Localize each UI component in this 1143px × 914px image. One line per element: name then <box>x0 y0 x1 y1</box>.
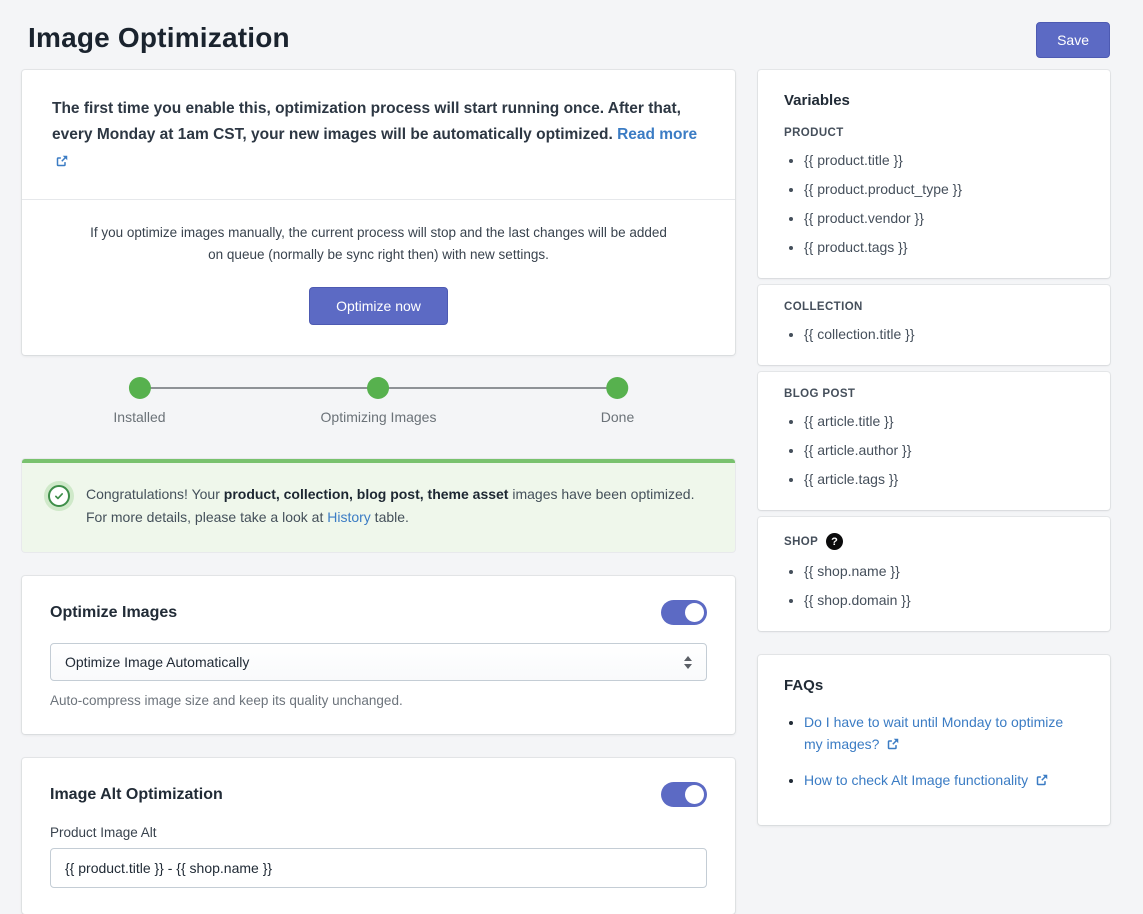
variable-item: {{ product.product_type }} <box>804 181 1084 197</box>
image-alt-toggle[interactable] <box>661 782 707 807</box>
intro-card: The first time you enable this, optimiza… <box>22 70 735 355</box>
variables-group-shop: SHOP? {{ shop.name }} {{ shop.domain }} <box>784 533 1084 608</box>
stepper-step: Installed <box>113 377 165 425</box>
variables-group-blog-post: BLOG POST {{ article.title }} {{ article.a… <box>784 388 1084 487</box>
variable-group-label: BLOG POST <box>784 388 1084 400</box>
variables-panel: Variables PRODUCT{{ product.title }}{{ p… <box>758 70 1110 631</box>
main-column: The first time you enable this, optimiza… <box>22 70 735 914</box>
variable-item: {{ shop.name }} <box>804 563 1084 579</box>
variable-group-label: SHOP? <box>784 533 1084 550</box>
image-alt-title: Image Alt Optimization <box>50 786 223 804</box>
step-label: Installed <box>113 409 165 425</box>
step-dot-icon <box>368 377 390 399</box>
faq-link[interactable]: How to check Alt Image functionality <box>804 772 1048 788</box>
variable-item: {{ article.title }} <box>804 413 1084 429</box>
variable-list: {{ collection.title }} <box>784 326 1084 342</box>
success-check-icon <box>48 485 70 507</box>
success-banner: Congratulations! Your product, collectio… <box>22 459 735 553</box>
faqs-panel: FAQs Do I have to wait until Monday to o… <box>758 655 1110 825</box>
variables-block: COLLECTION {{ collection.title }} <box>758 285 1110 365</box>
optimize-now-button[interactable]: Optimize now <box>309 287 448 325</box>
image-optimization-page: Image Optimization Save The first time y… <box>0 0 1143 914</box>
success-banner-text: Congratulations! Your product, collectio… <box>86 483 696 531</box>
faq-item: How to check Alt Image functionality <box>804 770 1084 792</box>
variable-item: {{ product.tags }} <box>804 239 1084 255</box>
save-button[interactable]: Save <box>1036 22 1110 58</box>
page-header: Image Optimization Save <box>22 0 1110 70</box>
toggle-knob <box>685 603 704 622</box>
faq-link[interactable]: Do I have to wait until Monday to optimi… <box>804 714 1063 752</box>
banner-suffix: table. <box>371 509 409 525</box>
optimize-images-title: Optimize Images <box>50 604 177 622</box>
history-link[interactable]: History <box>327 509 371 525</box>
variable-item: {{ product.title }} <box>804 152 1084 168</box>
shop-help-icon[interactable]: ? <box>826 533 843 550</box>
step-label: Optimizing Images <box>321 409 437 425</box>
image-alt-card: Image Alt Optimization Product Image Alt <box>22 758 735 914</box>
variable-list: {{ shop.name }} {{ shop.domain }} <box>784 563 1084 608</box>
intro-card-manual-section: If you optimize images manually, the cur… <box>22 199 735 355</box>
variable-list: {{ article.title }} {{ article.author }} {… <box>784 413 1084 487</box>
banner-prefix: Congratulations! Your <box>86 486 224 502</box>
optimize-mode-select[interactable]: Optimize Image Automatically <box>50 643 707 681</box>
variable-group-label: COLLECTION <box>784 301 1084 313</box>
product-image-alt-input[interactable] <box>50 848 707 888</box>
manual-optimize-text: If you optimize images manually, the cur… <box>86 222 671 267</box>
variable-item: {{ product.vendor }} <box>804 210 1084 226</box>
faq-item: Do I have to wait until Monday to optimi… <box>804 712 1084 755</box>
variables-block: Variables PRODUCT{{ product.title }}{{ p… <box>758 70 1110 278</box>
intro-card-top-section: The first time you enable this, optimiza… <box>22 70 735 199</box>
variable-item: {{ article.author }} <box>804 442 1084 458</box>
page-title: Image Optimization <box>28 22 290 54</box>
variables-block: BLOG POST {{ article.title }} {{ article.a… <box>758 372 1110 510</box>
optimize-images-card: Optimize Images Optimize Image Automatic… <box>22 576 735 734</box>
variable-group-label: PRODUCT <box>784 127 1084 139</box>
external-link-icon <box>1036 774 1048 786</box>
variable-list: {{ product.title }} {{ product.product_ty… <box>784 152 1084 255</box>
read-more-label: Read more <box>617 126 697 143</box>
step-label: Done <box>601 409 634 425</box>
product-image-alt-label: Product Image Alt <box>50 825 707 840</box>
intro-text: The first time you enable this, optimiza… <box>52 96 700 175</box>
intro-text-body: The first time you enable this, optimiza… <box>52 100 681 143</box>
optimize-images-toggle[interactable] <box>661 600 707 625</box>
select-caret-icon <box>684 656 692 669</box>
step-dot-icon <box>129 377 151 399</box>
faqs-title: FAQs <box>784 677 1084 694</box>
variables-title: Variables <box>784 92 1084 109</box>
banner-bold-items: product, collection, blog post, theme as… <box>224 486 509 502</box>
external-link-icon <box>56 155 68 167</box>
progress-stepper: InstalledOptimizing ImagesDone <box>140 377 618 439</box>
variables-block: SHOP? {{ shop.name }} {{ shop.domain }} <box>758 517 1110 631</box>
external-link-icon <box>887 738 899 750</box>
variable-item: {{ article.tags }} <box>804 471 1084 487</box>
side-column: Variables PRODUCT{{ product.title }}{{ p… <box>758 70 1110 825</box>
faq-list: Do I have to wait until Monday to optimi… <box>784 712 1084 792</box>
variables-group-product: PRODUCT {{ product.title }} {{ product.pro… <box>784 127 1084 255</box>
variable-item: {{ shop.domain }} <box>804 592 1084 608</box>
variables-group-collection: COLLECTION {{ collection.title }} <box>784 301 1084 342</box>
step-dot-icon <box>607 377 629 399</box>
stepper-step: Optimizing Images <box>321 377 437 425</box>
variable-item: {{ collection.title }} <box>804 326 1084 342</box>
optimize-mode-selected-value: Optimize Image Automatically <box>65 654 249 670</box>
stepper-step: Done <box>601 377 634 425</box>
optimize-images-helper-text: Auto-compress image size and keep its qu… <box>50 693 707 708</box>
toggle-knob <box>685 785 704 804</box>
